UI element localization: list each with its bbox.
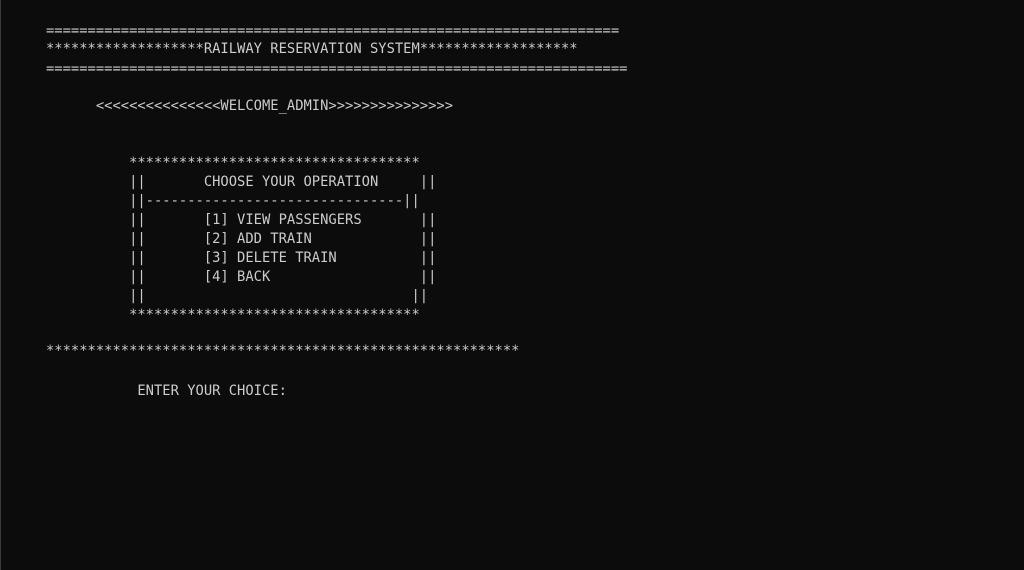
menu-heading: || CHOOSE YOUR OPERATION || bbox=[46, 174, 437, 190]
menu-divider: ||-------------------------------|| bbox=[46, 193, 420, 209]
menu-box-top-border: *********************************** bbox=[46, 155, 420, 171]
menu-option-add-train: || [2] ADD TRAIN || bbox=[46, 231, 437, 247]
menu-option-back: || [4] BACK || bbox=[46, 269, 437, 285]
app-title-banner: *******************RAILWAY RESERVATION S… bbox=[46, 41, 578, 57]
console-window[interactable]: ========================================… bbox=[0, 0, 1024, 570]
menu-box-bottom-border: *********************************** bbox=[46, 307, 420, 323]
welcome-admin-banner: <<<<<<<<<<<<<<<WELCOME_ADMIN>>>>>>>>>>>>… bbox=[46, 98, 454, 114]
menu-option-delete-train: || [3] DELETE TRAIN || bbox=[46, 250, 437, 266]
separator-rule: ****************************************… bbox=[46, 343, 520, 359]
header-rule-top: ========================================… bbox=[46, 23, 620, 39]
menu-box-empty-row: || || bbox=[46, 288, 429, 304]
header-rule-bottom: ========================================… bbox=[46, 61, 628, 77]
menu-option-view-passengers: || [1] VIEW PASSENGERS || bbox=[46, 212, 437, 228]
choice-prompt[interactable]: ENTER YOUR CHOICE: bbox=[46, 382, 287, 401]
